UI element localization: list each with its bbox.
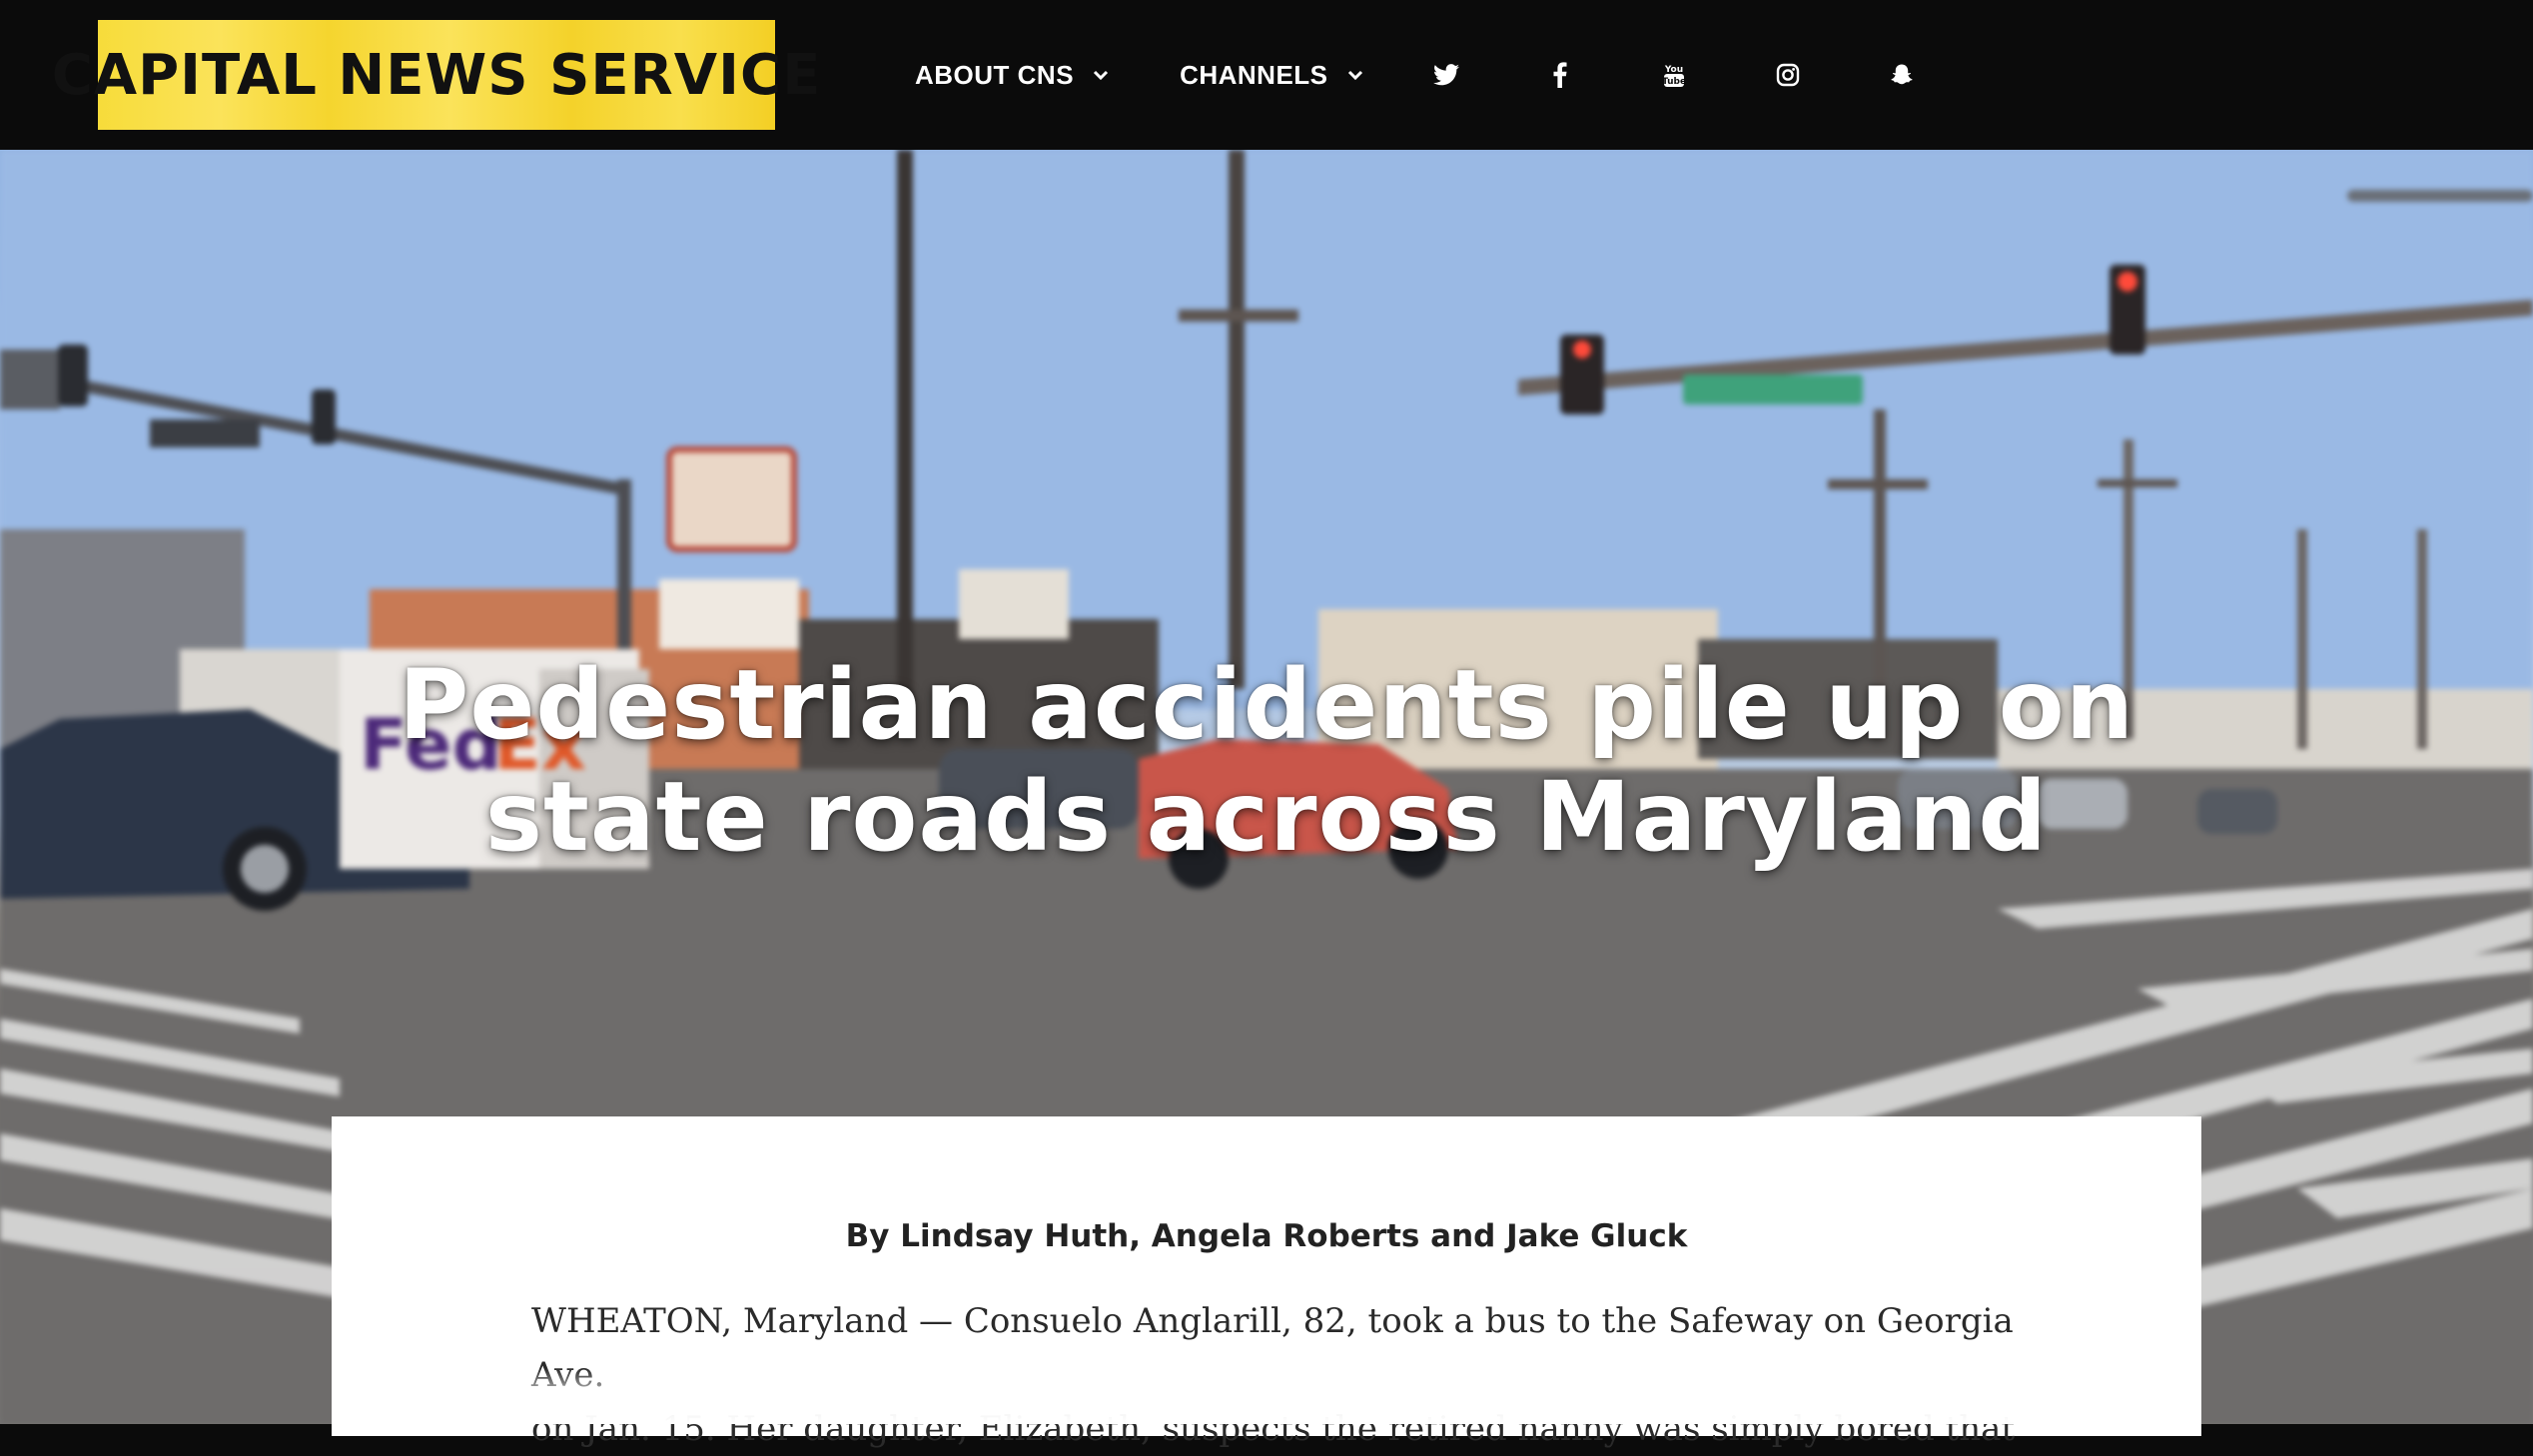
twitter-link[interactable] [1426,55,1466,95]
headline-line-2: state roads across Maryland [484,761,2049,873]
chevron-down-icon [1347,70,1362,81]
article-byline: By Lindsay Huth, Angela Roberts and Jake… [845,1218,1688,1254]
svg-text:Tube: Tube [1663,77,1685,87]
social-links: You Tube [1426,55,1996,95]
headline-line-1: Pedestrian accidents pile up on [398,649,2135,761]
snapchat-icon [1890,64,1913,85]
instagram-icon [1776,63,1799,87]
instagram-link[interactable] [1768,55,1808,95]
article-body: WHEATON, Maryland — Consuelo Anglarill, … [531,1294,2030,1456]
nav-channels[interactable]: CHANNELS [1180,60,1363,91]
article-paragraph-line-1: WHEATON, Maryland — Consuelo Anglarill, … [531,1301,2014,1395]
article-card: By Lindsay Huth, Angela Roberts and Jake… [332,1116,2201,1449]
article-headline: Pedestrian accidents pile up on state ro… [0,649,2533,873]
facebook-link[interactable] [1540,55,1580,95]
main-nav: ABOUT CNS CHANNELS You Tube [915,0,1996,150]
youtube-icon: You Tube [1663,65,1685,87]
snapchat-link[interactable] [1882,55,1922,95]
twitter-icon [1432,64,1459,86]
youtube-link[interactable]: You Tube [1654,55,1694,95]
nav-about-cns[interactable]: ABOUT CNS [915,60,1110,91]
nav-channels-label: CHANNELS [1180,59,1328,90]
svg-text:You: You [1663,65,1682,75]
chevron-down-icon [1094,70,1109,81]
site-logo[interactable]: CAPITAL NEWS SERVICE [52,20,820,130]
nav-about-label: ABOUT CNS [915,59,1075,90]
site-header: CAPITAL NEWS SERVICE ABOUT CNS CHANNELS [0,0,2533,150]
logo-text: CAPITAL NEWS SERVICE [51,42,822,108]
facebook-icon [1553,62,1567,88]
article-paragraph-line-2: on Jan. 15. Her daughter, Elizabeth, sus… [531,1409,2016,1449]
